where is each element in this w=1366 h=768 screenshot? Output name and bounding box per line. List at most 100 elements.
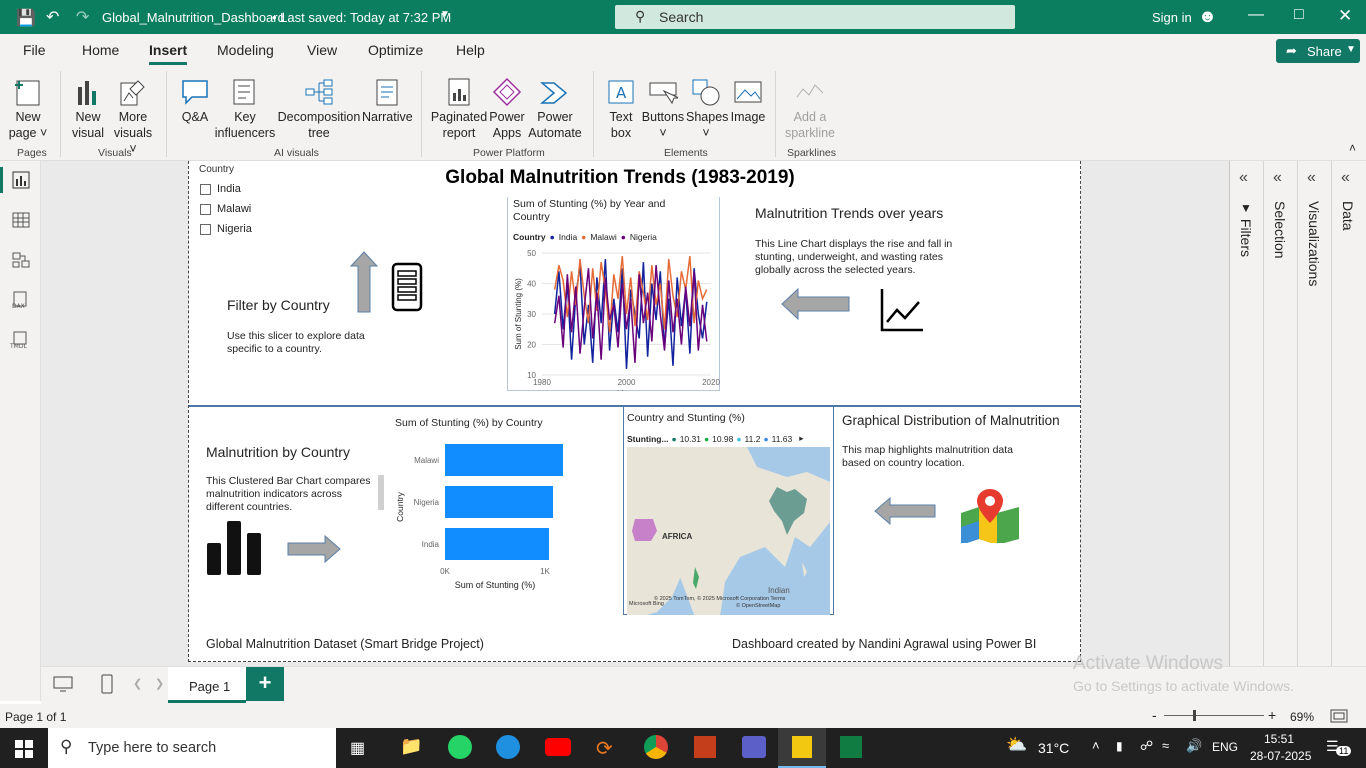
- checkbox[interactable]: [200, 203, 211, 215]
- dax-query-view-icon[interactable]: DAX: [11, 291, 31, 309]
- line-chart-plot[interactable]: 5040302010198020002020YearSum of Stuntin…: [508, 245, 721, 391]
- expand-icon[interactable]: «: [1307, 169, 1316, 187]
- up-arrow-shape[interactable]: [349, 251, 379, 313]
- expand-icon[interactable]: «: [1273, 169, 1282, 187]
- left-arrow-shape-2[interactable]: [874, 496, 936, 526]
- selection-pane[interactable]: « Selection: [1264, 161, 1298, 666]
- map-credit[interactable]: © 2025 TomTom, © 2025 Microsoft Corporat…: [654, 596, 785, 602]
- world-map[interactable]: [627, 447, 830, 615]
- zoom-in-icon[interactable]: +: [1268, 707, 1276, 723]
- power-apps-button[interactable]: Power Apps: [488, 73, 526, 141]
- clock-time[interactable]: 15:51: [1264, 732, 1294, 746]
- desktop-layout-icon[interactable]: [53, 676, 73, 692]
- model-view-icon[interactable]: [12, 251, 30, 269]
- powerbi-taskbar-button[interactable]: [778, 728, 826, 768]
- tab-page-1[interactable]: Page 1: [168, 667, 246, 703]
- teams-icon[interactable]: [742, 736, 766, 758]
- weather-icon[interactable]: ⛅: [1006, 735, 1027, 755]
- checkbox[interactable]: [200, 223, 211, 235]
- new-page-button[interactable]: New page ˅: [6, 73, 50, 141]
- excel-icon[interactable]: [840, 736, 862, 758]
- maximize-icon[interactable]: □: [1294, 6, 1304, 24]
- new-visual-button[interactable]: New visual: [66, 73, 110, 141]
- tray-chevron-icon[interactable]: ˄: [1092, 738, 1100, 753]
- line-chart-visual[interactable]: Sum of Stunting (%) by Year and Country …: [507, 197, 720, 391]
- minimize-icon[interactable]: —: [1248, 6, 1264, 24]
- slicer-item-india[interactable]: India: [200, 179, 252, 199]
- scroll-right-icon[interactable]: ❯: [155, 677, 164, 690]
- tab-file[interactable]: File: [23, 42, 46, 58]
- wifi-icon[interactable]: ≈: [1162, 738, 1169, 753]
- add-page-button[interactable]: +: [246, 667, 284, 701]
- save-icon[interactable]: 💾: [16, 8, 36, 28]
- search-input[interactable]: ⚲ Search: [615, 5, 1015, 29]
- narrative-button[interactable]: Narrative: [362, 73, 413, 125]
- fit-to-page-icon[interactable]: [1330, 709, 1348, 723]
- zoom-slider-thumb[interactable]: [1193, 710, 1196, 721]
- key-influencers-button[interactable]: Key influencers: [214, 73, 276, 141]
- left-arrow-shape[interactable]: [781, 287, 851, 321]
- redo-icon[interactable]: ↷: [76, 7, 89, 27]
- clock-date[interactable]: 28-07-2025: [1250, 749, 1311, 763]
- power-automate-button[interactable]: Power Automate: [527, 73, 583, 141]
- tab-insert[interactable]: Insert: [149, 42, 187, 58]
- scroll-left-icon[interactable]: ❮: [133, 677, 142, 690]
- tab-help[interactable]: Help: [456, 42, 485, 58]
- more-visuals-button[interactable]: More visuals ˅: [110, 73, 156, 157]
- tab-home[interactable]: Home: [82, 42, 119, 58]
- powerpoint-icon[interactable]: [694, 736, 716, 758]
- qa-button[interactable]: Q&A: [176, 73, 214, 125]
- zoom-slider[interactable]: [1164, 715, 1264, 716]
- expand-icon[interactable]: «: [1341, 169, 1350, 187]
- chrome-icon[interactable]: [644, 735, 668, 759]
- decomposition-tree-button[interactable]: Decomposition tree: [277, 73, 361, 141]
- report-page[interactable]: Global Malnutrition Trends (1983-2019) C…: [188, 161, 1081, 662]
- legend-next-icon[interactable]: ▸: [799, 433, 803, 444]
- chevron-down-icon[interactable]: ▼: [440, 9, 450, 20]
- shapes-button[interactable]: Shapes ˅: [686, 73, 728, 141]
- taskbar-search-input[interactable]: ⚲ Type here to search: [48, 728, 336, 768]
- account-icon[interactable]: ☻: [1198, 6, 1217, 27]
- close-icon[interactable]: ✕: [1338, 6, 1352, 26]
- app-icon[interactable]: ⟳: [596, 736, 613, 761]
- language-indicator[interactable]: ENG: [1212, 740, 1238, 754]
- tab-modeling[interactable]: Modeling: [217, 42, 274, 58]
- add-sparkline-button[interactable]: Add a sparkline: [783, 73, 837, 141]
- zoom-out-icon[interactable]: -: [1152, 707, 1157, 723]
- task-view-icon[interactable]: ▦: [350, 738, 365, 758]
- image-button[interactable]: Image: [727, 73, 769, 125]
- mobile-layout-icon[interactable]: [101, 674, 113, 694]
- share-button[interactable]: ➦ Share ▼: [1276, 39, 1360, 63]
- text-box-button[interactable]: A Text box: [602, 73, 640, 141]
- map-visual[interactable]: Country and Stunting (%) Stunting... ● 10…: [623, 405, 834, 615]
- file-explorer-icon[interactable]: 📁: [400, 736, 422, 757]
- slicer-item-malawi[interactable]: Malawi: [200, 199, 252, 219]
- undo-icon[interactable]: ↶: [46, 7, 59, 27]
- network-icon[interactable]: ☍: [1140, 738, 1153, 754]
- right-arrow-shape[interactable]: [287, 534, 341, 564]
- collapse-ribbon-icon[interactable]: ˄: [1349, 141, 1356, 155]
- checkbox[interactable]: [200, 183, 211, 195]
- whatsapp-icon[interactable]: [448, 735, 472, 759]
- country-slicer[interactable]: India Malawi Nigeria: [200, 179, 252, 239]
- scrollbar[interactable]: [378, 475, 384, 510]
- volume-icon[interactable]: 🔊: [1186, 738, 1202, 754]
- filters-pane[interactable]: « ▼ Filters: [1230, 161, 1264, 666]
- sign-in-link[interactable]: Sign in: [1152, 10, 1192, 25]
- bar-chart-plot[interactable]: Malawi Nigeria India 0K 1K Sum of Stunting (%…: [391, 434, 590, 618]
- youtube-icon[interactable]: [545, 738, 571, 756]
- expand-icon[interactable]: «: [1239, 169, 1248, 187]
- data-pane[interactable]: « Data: [1332, 161, 1366, 666]
- buttons-button[interactable]: Buttons ˅: [641, 73, 685, 141]
- map-credit-osm[interactable]: © OpenStreetMap: [736, 603, 780, 609]
- windows-start-icon[interactable]: [15, 740, 33, 758]
- edge-icon[interactable]: [496, 735, 520, 759]
- visualizations-pane[interactable]: « Visualizations: [1298, 161, 1332, 666]
- tab-view[interactable]: View: [307, 42, 337, 58]
- slicer-item-nigeria[interactable]: Nigeria: [200, 219, 252, 239]
- tmdl-view-icon[interactable]: TMDL: [10, 331, 32, 349]
- bar-chart-visual[interactable]: Sum of Stunting (%) by Country Malawi Nig…: [391, 405, 590, 617]
- report-view-icon[interactable]: [12, 171, 30, 189]
- tab-optimize[interactable]: Optimize: [368, 42, 423, 58]
- paginated-report-button[interactable]: Paginated report: [430, 73, 488, 141]
